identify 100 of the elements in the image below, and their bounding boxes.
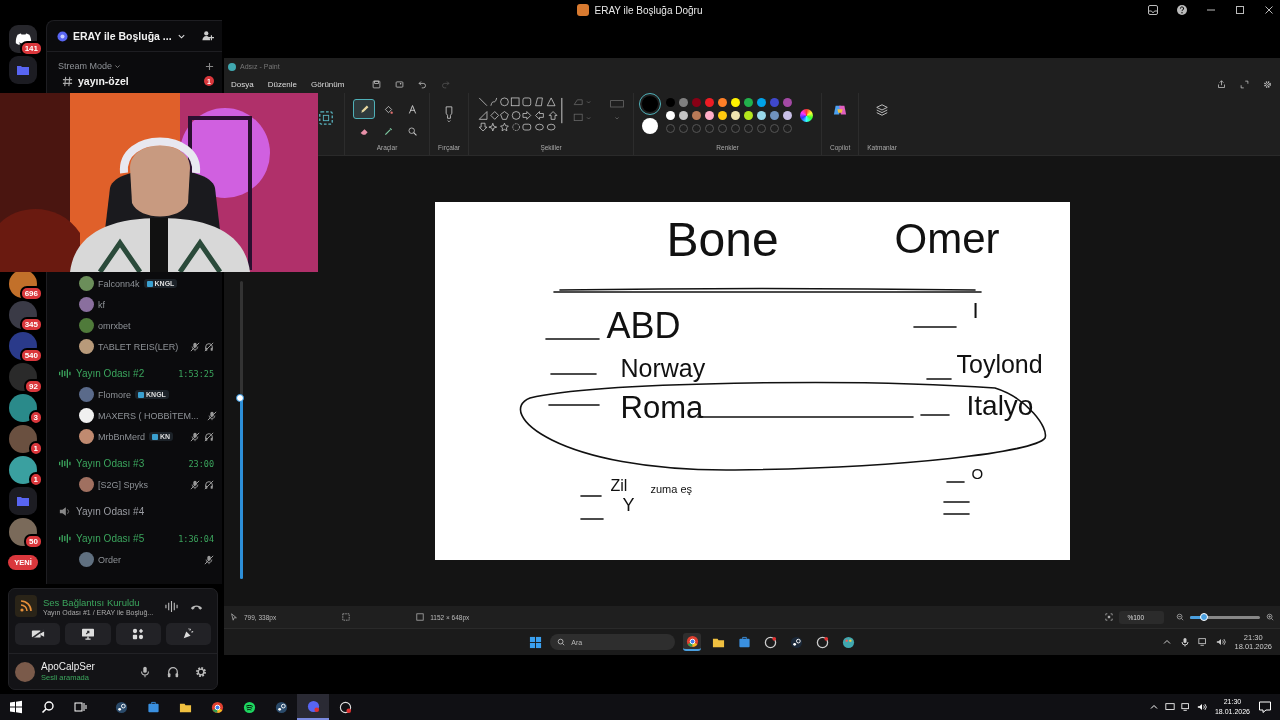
- menu-item[interactable]: Görünüm: [311, 79, 345, 89]
- notification-icon[interactable]: [1258, 700, 1272, 714]
- voice-user[interactable]: Flomore: [98, 389, 131, 400]
- camera-button[interactable]: [15, 623, 61, 645]
- taskbar-button[interactable]: [683, 633, 702, 651]
- menu-item[interactable]: Dosya: [231, 79, 254, 89]
- color-swatch[interactable]: [731, 110, 741, 120]
- avatar: [79, 477, 94, 492]
- add-member-icon[interactable]: [202, 30, 214, 42]
- settings-icon[interactable]: [1263, 79, 1272, 89]
- start-icon[interactable]: [529, 635, 543, 649]
- chevron-up-icon[interactable]: [1148, 702, 1159, 712]
- zoom-in-icon[interactable]: [1266, 613, 1274, 621]
- save-icon[interactable]: [372, 79, 382, 89]
- voice-channel[interactable]: Yayın Odası #3: [76, 458, 145, 469]
- voice-channel[interactable]: Yayın Odası #2: [76, 368, 145, 379]
- voice-user[interactable]: MAXERS ( HOBBİTEM...: [98, 410, 199, 421]
- voice-user[interactable]: omrxbet: [98, 320, 131, 331]
- color-swatch[interactable]: [770, 97, 780, 107]
- voice-user[interactable]: [S2G] Spyks: [98, 479, 149, 490]
- slider-thumb[interactable]: [235, 394, 244, 403]
- task-view-icon[interactable]: [73, 700, 87, 714]
- settings-icon[interactable]: [195, 665, 207, 678]
- color-swatch[interactable]: [757, 110, 767, 120]
- color-swatch[interactable]: [783, 97, 793, 107]
- voice-user[interactable]: Falconn4k: [98, 278, 140, 289]
- inbox-icon[interactable]: [1147, 4, 1159, 16]
- share-icon[interactable]: [1217, 79, 1226, 89]
- start-icon[interactable]: [9, 700, 23, 714]
- current-color[interactable]: [642, 118, 659, 134]
- chevron-up-icon[interactable]: [1162, 637, 1173, 647]
- zoom-slider[interactable]: [1190, 615, 1260, 619]
- user-avatar[interactable]: [15, 661, 35, 682]
- color-swatch[interactable]: [770, 110, 780, 120]
- selection-icon[interactable]: [318, 110, 334, 126]
- color-swatch[interactable]: [666, 110, 676, 120]
- fit-icon[interactable]: [1105, 613, 1114, 621]
- handwritten-word: zuma eş: [650, 484, 693, 495]
- add-channel-icon[interactable]: [205, 61, 214, 71]
- drawing-canvas[interactable]: Bone Omer ABD I Norway Toylond Roma Italyo O Zil zuma eş Y: [434, 202, 1070, 560]
- pencil-tool[interactable]: [353, 99, 375, 119]
- connection-status[interactable]: Ses Bağlantısı Kuruldu: [43, 596, 154, 608]
- maximize-icon[interactable]: [1234, 4, 1246, 16]
- screen-share-button[interactable]: [65, 623, 111, 645]
- brush-size-slider[interactable]: [239, 281, 243, 579]
- menu-item[interactable]: Düzenle: [267, 79, 298, 89]
- voice-user[interactable]: kf: [98, 299, 105, 310]
- color-swatch[interactable]: [783, 110, 793, 120]
- color-swatch[interactable]: [666, 97, 676, 107]
- current-color[interactable]: [642, 96, 659, 112]
- color-wheel-icon[interactable]: [800, 108, 814, 122]
- microphone-icon[interactable]: [139, 665, 151, 678]
- server-folder[interactable]: [9, 56, 37, 84]
- search-icon[interactable]: [41, 700, 55, 714]
- picker-icon: [382, 125, 394, 137]
- color-swatch[interactable]: [744, 110, 754, 120]
- mention-badge: 345: [19, 317, 43, 332]
- brush-icon[interactable]: [444, 104, 454, 124]
- volume-icon[interactable]: [1216, 637, 1227, 647]
- image-icon[interactable]: [395, 79, 405, 89]
- color-swatch[interactable]: [757, 97, 767, 107]
- headphones-icon[interactable]: [167, 665, 179, 678]
- color-swatch[interactable]: [718, 97, 728, 107]
- voice-user[interactable]: TABLET REIS(LER): [98, 341, 179, 352]
- microphone-icon[interactable]: [1180, 637, 1191, 647]
- category-label[interactable]: Stream Mode: [58, 61, 113, 71]
- color-swatch[interactable]: [692, 110, 702, 120]
- shapes-icon: [131, 628, 146, 640]
- voice-user[interactable]: MrbBnMerd: [98, 431, 145, 442]
- network-icon[interactable]: [1198, 637, 1209, 647]
- activities-button[interactable]: [115, 623, 161, 645]
- copilot-icon[interactable]: [833, 103, 848, 117]
- soundboard-button[interactable]: [165, 623, 211, 645]
- voice-user[interactable]: Order: [98, 554, 121, 565]
- color-swatch[interactable]: [692, 97, 702, 107]
- zoom-out-icon[interactable]: [1176, 613, 1184, 621]
- color-swatch[interactable]: [718, 110, 728, 120]
- server-folder[interactable]: [9, 487, 37, 515]
- voice-channel[interactable]: Yayın Odası #4: [76, 506, 145, 517]
- handwritten-word: Omer: [894, 218, 1000, 260]
- layers-icon[interactable]: [875, 103, 890, 117]
- help-icon[interactable]: [1176, 4, 1188, 16]
- display-icon[interactable]: [1164, 702, 1175, 712]
- undo-icon[interactable]: [418, 79, 428, 89]
- server-header[interactable]: ERAY ile Boşluğa ...: [47, 21, 222, 52]
- color-swatch[interactable]: [731, 97, 741, 107]
- close-icon[interactable]: [1263, 4, 1275, 16]
- noise-icon[interactable]: [165, 599, 179, 613]
- network-icon[interactable]: [1180, 702, 1191, 712]
- avatar: [79, 408, 94, 423]
- color-swatch[interactable]: [744, 97, 754, 107]
- voice-channel[interactable]: Yayın Odası #5: [76, 533, 145, 544]
- color-swatch[interactable]: [705, 97, 715, 107]
- server-icon[interactable]: [9, 456, 37, 484]
- color-swatch[interactable]: [705, 110, 715, 120]
- expand-icon[interactable]: [1240, 79, 1249, 89]
- hash-icon: [62, 75, 73, 87]
- volume-icon[interactable]: [1196, 702, 1207, 712]
- color-swatch[interactable]: [679, 97, 689, 107]
- color-swatch[interactable]: [679, 110, 689, 120]
